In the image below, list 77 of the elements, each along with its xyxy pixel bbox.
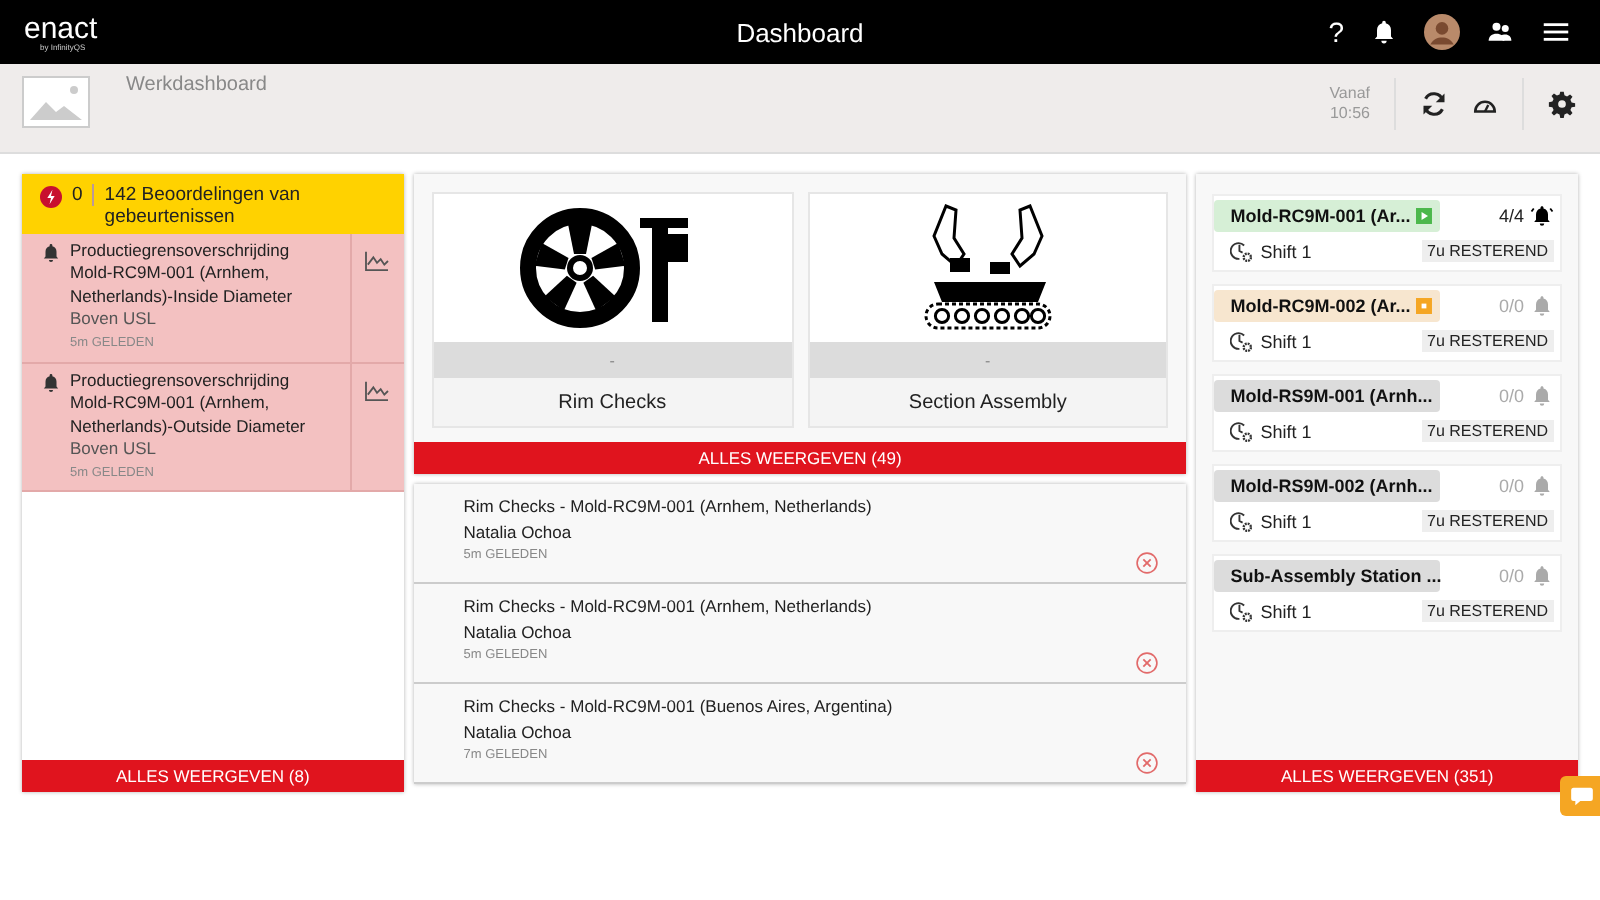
station-name: Mold-RC9M-001 (Ar...: [1214, 200, 1441, 232]
tile-name: Section Assembly: [906, 389, 1069, 417]
check-tile[interactable]: - Section Assembly: [807, 192, 1169, 428]
bell-icon: [40, 242, 62, 264]
tile-status: -: [809, 342, 1167, 378]
logo: enact: [24, 13, 98, 43]
shift-label: Shift 1: [1260, 601, 1312, 621]
users-icon[interactable]: [1486, 18, 1514, 46]
shift-label: Shift 1: [1260, 511, 1312, 531]
event-detail: Mold-RC9M-001 (Arnhem, Netherlands)-Outside Diameter: [70, 392, 308, 439]
close-icon[interactable]: [1136, 752, 1159, 774]
alarm-count: 0/0: [1498, 476, 1524, 496]
remaining-badge: 7u RESTEREND: [1421, 600, 1554, 622]
chat-icon: [1570, 786, 1594, 806]
event-detail: Mold-RC9M-001 (Arnhem, Netherlands)-Inside Diameter: [70, 262, 295, 309]
station-name: Mold-RS9M-002 (Arnh...: [1214, 470, 1441, 502]
page-title: Dashboard: [736, 17, 864, 47]
station-card[interactable]: Mold-RS9M-002 (Arnh... 0/0 Shift 1 7u RESTEREND: [1212, 464, 1562, 542]
tile-status: -: [433, 342, 791, 378]
station-card[interactable]: Mold-RC9M-001 (Ar... 4/4 Shift 1 7u RESTEREND: [1212, 194, 1562, 272]
remaining-badge: 7u RESTEREND: [1421, 510, 1554, 532]
alert-icon: [40, 186, 62, 208]
check-user: Natalia Ochoa: [463, 519, 574, 545]
avatar-icon[interactable]: [1424, 14, 1460, 50]
event-title: Productiegrensoverschrijding: [70, 240, 292, 263]
station-name: Mold-RC9M-002 (Ar...: [1214, 290, 1441, 322]
clock-gear-icon: [1230, 330, 1253, 352]
check-title: Rim Checks - Mold-RC9M-001 (Arnhem, Netherlands): [463, 594, 874, 620]
station-card[interactable]: Mold-RC9M-002 (Ar... 0/0 Shift 1 7u RESTEREND: [1212, 284, 1562, 362]
station-name: Mold-RS9M-001 (Arnh...: [1214, 380, 1441, 412]
check-user: Natalia Ochoa: [463, 619, 574, 645]
show-all-button[interactable]: ALLES WEERGEVEN (8): [22, 760, 404, 792]
remaining-badge: 7u RESTEREND: [1421, 330, 1554, 352]
menu-icon[interactable]: [1540, 18, 1572, 46]
since-label: Vanaf: [1329, 84, 1370, 104]
event-rule: Boven USL: [70, 438, 158, 462]
check-title: Rim Checks - Mold-RC9M-001 (Buenos Aires, Argentina): [463, 694, 895, 720]
clock-gear-icon: [1230, 420, 1253, 442]
refresh-icon[interactable]: [1420, 90, 1448, 118]
clock-gear-icon: [1230, 600, 1253, 622]
shift-label: Shift 1: [1260, 241, 1312, 261]
settings-icon[interactable]: [1548, 90, 1576, 118]
chart-icon[interactable]: [364, 250, 391, 272]
alarm-count: 0/0: [1498, 386, 1524, 406]
event-rule: Boven USL: [70, 308, 158, 332]
chart-icon[interactable]: [364, 379, 391, 402]
events-summary: 142 Beoordelingen van gebeurtenissen: [104, 184, 303, 228]
since-time: 10:56: [1329, 104, 1370, 124]
alarm-count: 4/4: [1498, 206, 1524, 226]
notification-icon[interactable]: [1370, 18, 1398, 46]
check-title: Rim Checks - Mold-RC9M-001 (Arnhem, Netherlands): [463, 494, 874, 520]
stop-icon: [1416, 296, 1433, 316]
remaining-badge: 7u RESTEREND: [1421, 240, 1554, 262]
clock-gear-icon: [1230, 240, 1253, 262]
shift-label: Shift 1: [1260, 421, 1312, 441]
station-name: Sub-Assembly Station ...: [1214, 560, 1441, 592]
event-title: Productiegrensoverschrijding: [70, 369, 292, 393]
alarm-count: 0/0: [1498, 566, 1524, 586]
check-user: Natalia Ochoa: [463, 719, 574, 745]
check-tile[interactable]: - Rim Checks: [431, 192, 793, 428]
bell-icon: [40, 371, 62, 394]
close-icon[interactable]: [1136, 552, 1159, 574]
station-card[interactable]: Mold-RS9M-001 (Arnh... 0/0 Shift 1 7u RESTEREND: [1212, 374, 1562, 452]
show-all-button[interactable]: ALLES WEERGEVEN (351): [1196, 760, 1578, 792]
help-button[interactable]: ?: [1328, 16, 1344, 48]
tile-name: Rim Checks: [556, 389, 669, 417]
remaining-badge: 7u RESTEREND: [1421, 420, 1554, 442]
play-icon: [1416, 206, 1433, 226]
dashboard-title: Werkdashboard: [126, 74, 267, 96]
station-card[interactable]: Sub-Assembly Station ... 0/0 Shift 1 7u RESTEREND: [1212, 554, 1562, 632]
shift-label: Shift 1: [1260, 331, 1312, 351]
show-all-button[interactable]: ALLES WEERGEVEN (49): [413, 442, 1187, 474]
clock-gear-icon: [1230, 510, 1253, 532]
event-count: 0: [72, 184, 95, 206]
image-placeholder-icon: [22, 76, 90, 128]
close-icon[interactable]: [1136, 652, 1159, 674]
alarm-count: 0/0: [1498, 296, 1524, 316]
